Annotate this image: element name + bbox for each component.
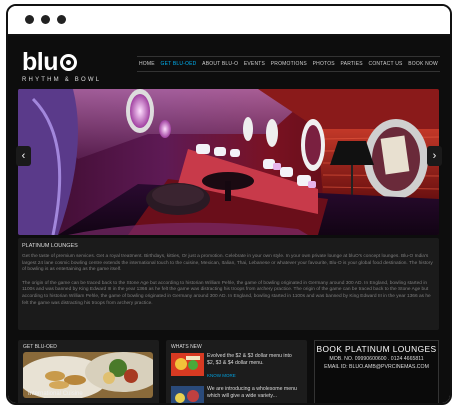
nav-item-parties[interactable]: PARTIES [339,61,365,67]
window-dot-icon[interactable] [25,15,34,24]
hero-lounge-image [18,89,439,235]
promo-mobile: MOB. NO. 09990600600 . 0124 4665811 [329,356,424,362]
browser-chrome [8,6,450,36]
browser-frame: blu RHYTHM & BOWL HOME GET BLU-OED ABOUT… [6,4,452,405]
main-nav: HOME GET BLU-OED ABOUT BLU-O EVENTS PROM… [137,56,440,72]
news-text: Evolved the $2 & $3 dollar menu into $2,… [207,353,292,366]
logo-o-icon [60,54,77,71]
whats-new-title: WHATS NEW [171,344,202,350]
logo-subtitle: RHYTHM & BOWL [22,77,102,83]
news-text: We are introducing a wholesome menu whic… [207,386,297,399]
site-logo[interactable]: blu RHYTHM & BOWL [22,48,102,84]
logo-text: blu [22,48,59,76]
nav-item-photos[interactable]: PHOTOS [311,61,337,67]
cuisine-image[interactable]: International Cuisine [23,352,153,398]
news-item[interactable]: We are introducing a wholesome menu whic… [171,386,301,403]
promo-email: EMAIL ID: BLUO.AMB@PVRCINEMAS.COM [324,364,429,370]
content-paragraph: Get the taste of premium services. Get a… [22,254,433,273]
window-dot-icon[interactable] [57,15,66,24]
promo-title: BOOK PLATINUM LOUNGES [316,344,437,354]
nav-item-get-bluoed[interactable]: GET BLU-OED [158,61,198,67]
nav-item-about[interactable]: ABOUT BLU-O [200,61,240,67]
content-panel: PLATINUM LOUNGES Get the taste of premiu… [18,238,439,330]
nav-item-contact[interactable]: CONTACT US [367,61,405,67]
know-more-link[interactable]: KNOW MORE [207,373,236,378]
menu-promo-icon [171,353,204,376]
slider-next-button[interactable]: › [427,146,442,166]
get-bluoed-box: GET BLU-OED International Cuisine [18,340,159,403]
news-thumbnail [171,353,204,376]
book-lounges-banner[interactable]: BOOK PLATINUM LOUNGES MOB. NO. 099906006… [314,340,439,403]
website: blu RHYTHM & BOWL HOME GET BLU-OED ABOUT… [8,36,450,403]
nav-item-home[interactable]: HOME [137,61,157,67]
content-heading: PLATINUM LOUNGES [22,243,78,249]
content-paragraph: The origin of the game can be traced bac… [22,280,431,306]
cuisine-caption: International Cuisine [28,391,83,397]
whats-new-box: WHATS NEW Evolved the $2 & $3 dollar men… [166,340,307,403]
news-item[interactable]: Evolved the $2 & $3 dollar menu into $2,… [171,353,301,381]
nav-item-events[interactable]: EVENTS [242,61,267,67]
lounge-photo [18,89,439,235]
menu-promo-icon [171,386,204,403]
window-dot-icon[interactable] [41,15,50,24]
slider-prev-button[interactable]: ‹ [16,146,31,166]
nav-item-book-now[interactable]: BOOK NOW [406,61,440,67]
news-thumbnail [171,386,204,403]
nav-item-promotions[interactable]: PROMOTIONS [269,61,309,67]
